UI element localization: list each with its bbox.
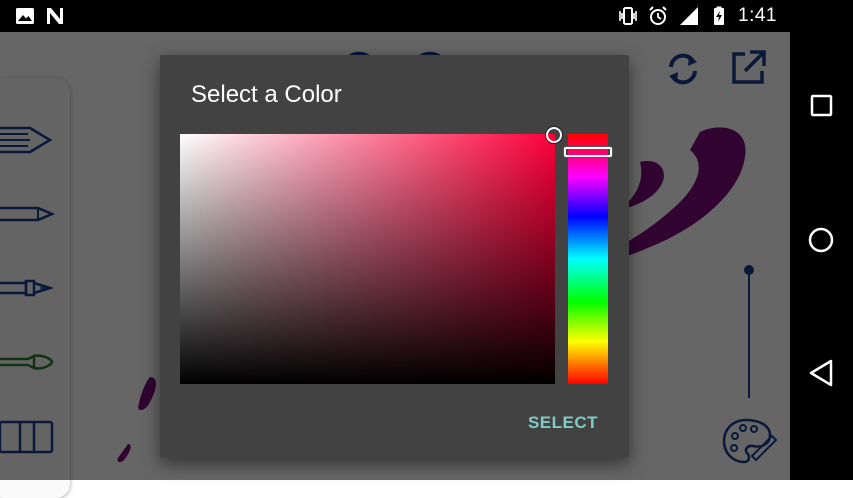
clock: 1:41 (738, 5, 777, 26)
battery-charging-icon (714, 6, 724, 25)
saturation-value-thumb[interactable] (546, 127, 562, 143)
dialog-title: Select a Color (191, 81, 342, 108)
image-icon (16, 8, 34, 24)
hue-slider[interactable] (568, 134, 608, 384)
hue-slider-thumb[interactable] (564, 147, 612, 157)
vibrate-icon (619, 7, 637, 25)
saturation-value-picker[interactable] (180, 134, 555, 384)
color-picker-dialog: Select a Color SELECT (160, 55, 629, 458)
navigation-bar (790, 32, 853, 480)
status-bar: 1:41 (0, 0, 853, 32)
back-button[interactable] (790, 343, 853, 403)
signal-icon (680, 7, 698, 25)
select-button[interactable]: SELECT (528, 413, 598, 433)
home-button[interactable] (790, 210, 853, 270)
alarm-icon (649, 6, 667, 25)
recents-button[interactable] (790, 76, 853, 136)
n-icon (47, 8, 63, 24)
